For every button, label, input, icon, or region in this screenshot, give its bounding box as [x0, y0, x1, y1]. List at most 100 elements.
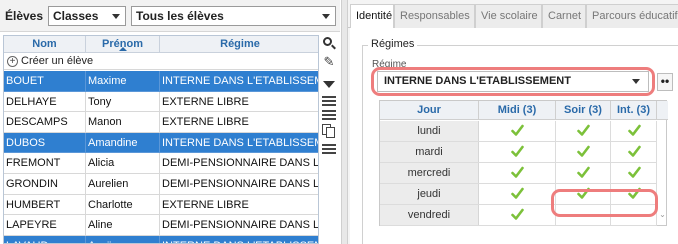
schedule-cell-int[interactable] [611, 163, 657, 183]
tab-vie-scolaire[interactable]: Vie scolaire [475, 4, 542, 28]
schedule-day-label: mardi [380, 142, 479, 162]
column-header-prenom[interactable]: Prénom [86, 36, 160, 53]
schedule-cell-soir[interactable] [556, 142, 611, 162]
checkmark-icon [577, 145, 590, 158]
cell-regime: INTERNE DANS L'ETABLISSEME [162, 75, 319, 87]
cell-regime: EXTERNE LIBRE [162, 95, 249, 108]
students-rows: BOUET Maxime INTERNE DANS L'ETABLISSEME DEL… [4, 71, 319, 243]
students-toolbar: Élèves Classes Tous les élèves [0, 0, 340, 32]
table-row[interactable]: FREMONT Alicia DEMI-PENSIONNAIRE DANS L'E1 [4, 153, 319, 174]
column-header-nom[interactable]: Nom [4, 36, 86, 53]
create-student-label: Créer un élève [21, 55, 94, 67]
schedule-cell-soir[interactable] [556, 163, 611, 183]
cell-prenom: Amandine [86, 132, 160, 153]
table-row[interactable]: DESCAMPS Manon EXTERNE LIBRE [4, 112, 318, 133]
regime-more-button[interactable]: •• [657, 73, 673, 91]
checkmark-icon [511, 145, 524, 158]
chevron-down-icon[interactable]: ⌄ [658, 205, 667, 225]
checkmark-icon [511, 208, 524, 221]
table-row[interactable]: DELHAYE Tony EXTERNE LIBRE [4, 91, 318, 113]
chevron-down-icon [112, 14, 120, 19]
schedule-cell-soir[interactable] [556, 121, 611, 141]
cell-regime: DEMI-PENSIONNAIRE DANS L'E1 [162, 157, 319, 170]
schedule-header-soir: Soir (3) [556, 101, 611, 120]
checkmark-icon [627, 166, 641, 179]
cell-nom: DESCAMPS [4, 112, 86, 133]
cell-prenom: Anaïs [86, 235, 160, 243]
copy-icon[interactable] [321, 123, 337, 139]
table-tools: ✎ [320, 35, 338, 244]
checkmark-icon [511, 187, 524, 200]
student-detail-panel: Identité Responsables Vie scolaire Carne… [348, 0, 678, 244]
schedule-cell-int[interactable] [611, 121, 657, 141]
checkmark-icon [577, 124, 590, 137]
cell-prenom: Manon [86, 112, 160, 133]
table-row[interactable]: GRONDIN Aurelien DEMI-PENSIONNAIRE DANS L'… [4, 173, 319, 195]
students-panel: Élèves Classes Tous les élèves Nom Préno… [0, 0, 340, 244]
cell-nom: LAPEYRE [4, 215, 86, 236]
cell-regime: DEMI-PENSIONNAIRE DANS L'E1 [162, 219, 319, 232]
schedule-cell-midi[interactable] [479, 163, 556, 183]
tab-carnet[interactable]: Carnet [542, 4, 586, 28]
schedule-day-label: vendredi [380, 205, 479, 225]
plus-icon: + [7, 56, 18, 67]
checkmark-icon [511, 124, 524, 137]
detail-tabs: Identité Responsables Vie scolaire Carne… [348, 4, 678, 29]
search-icon[interactable] [321, 36, 337, 52]
tab-responsables[interactable]: Responsables [394, 4, 475, 28]
list-icon[interactable] [321, 141, 337, 157]
students-filter-value: Tous les élèves [136, 9, 224, 23]
list-icon[interactable] [321, 107, 337, 123]
checkmark-icon [627, 145, 641, 158]
cell-prenom: Alicia [86, 153, 160, 174]
schedule-cell-midi[interactable] [479, 205, 556, 225]
table-row[interactable]: LAVAUDAnaïsINTERNE DANS L'ETABLISSEME [4, 235, 318, 243]
classes-dropdown[interactable]: Classes [48, 6, 126, 26]
regimes-section-title: Régimes [368, 38, 418, 50]
cell-nom: GRONDIN [4, 173, 86, 194]
chevron-down-icon [322, 14, 330, 19]
schedule-row: lundi [380, 121, 657, 142]
tab-parcours-educatif[interactable]: Parcours éducatif [586, 4, 678, 28]
cell-prenom: Maxime [86, 71, 160, 91]
table-row[interactable]: LAPEYRE Aline DEMI-PENSIONNAIRE DANS L'E1 [4, 215, 319, 236]
table-row[interactable]: BOUET Maxime INTERNE DANS L'ETABLISSEME [4, 71, 319, 92]
schedule-cell-midi[interactable] [479, 121, 556, 141]
sort-ascending-icon [119, 47, 127, 51]
schedule-header-midi: Midi (3) [479, 101, 556, 120]
cell-regime: INTERNE DANS L'ETABLISSEME [162, 136, 319, 149]
schedule-cell-midi[interactable] [479, 184, 556, 204]
tab-identite[interactable]: Identité [350, 4, 394, 29]
column-header-regime[interactable]: Régime [160, 36, 318, 53]
schedule-cell-midi[interactable] [479, 142, 556, 162]
schedule-day-label: mercredi [380, 163, 479, 183]
schedule-day-label: lundi [380, 121, 479, 141]
table-row[interactable]: DUBOS Amandine INTERNE DANS L'ETABLISSEME [4, 132, 319, 154]
cell-regime: EXTERNE LIBRE [162, 116, 249, 129]
checkmark-icon [511, 166, 524, 179]
cell-regime: INTERNE DANS L'ETABLISSEME [160, 236, 318, 243]
students-filter-dropdown[interactable]: Tous les élèves [131, 6, 336, 26]
cell-prenom: Charlotte [86, 194, 160, 215]
create-student-button[interactable]: + Créer un élève [4, 53, 318, 70]
cell-prenom: Aline [86, 215, 160, 236]
cell-nom: LAVAUD [4, 235, 86, 243]
more-arrow-icon[interactable] [321, 76, 337, 92]
classes-dropdown-value: Classes [53, 9, 99, 23]
cell-regime: DEMI-PENSIONNAIRE DANS L'E1 [162, 177, 319, 190]
checkmark-icon [627, 124, 641, 137]
schedule-row: mardi [380, 142, 657, 163]
panel-splitter[interactable] [341, 0, 348, 244]
schedule-header-spacer [657, 101, 668, 120]
students-label: Élèves [5, 9, 44, 23]
table-header: Nom Prénom Régime [4, 36, 318, 53]
wrench-icon[interactable]: ✎ [321, 54, 337, 70]
table-row[interactable]: HUMBERT Charlotte EXTERNE LIBRE [4, 194, 318, 216]
identite-pane: Régimes Régime INTERNE DANS L'ETABLISSEM… [350, 28, 678, 244]
schedule-header-internat: Int. (3) [611, 101, 657, 120]
cell-prenom: Aurelien [86, 173, 160, 194]
schedule-row: mercredi [380, 163, 657, 184]
schedule-cell-int[interactable] [611, 142, 657, 162]
cell-nom: HUMBERT [4, 194, 86, 215]
cell-prenom: Tony [86, 91, 160, 112]
